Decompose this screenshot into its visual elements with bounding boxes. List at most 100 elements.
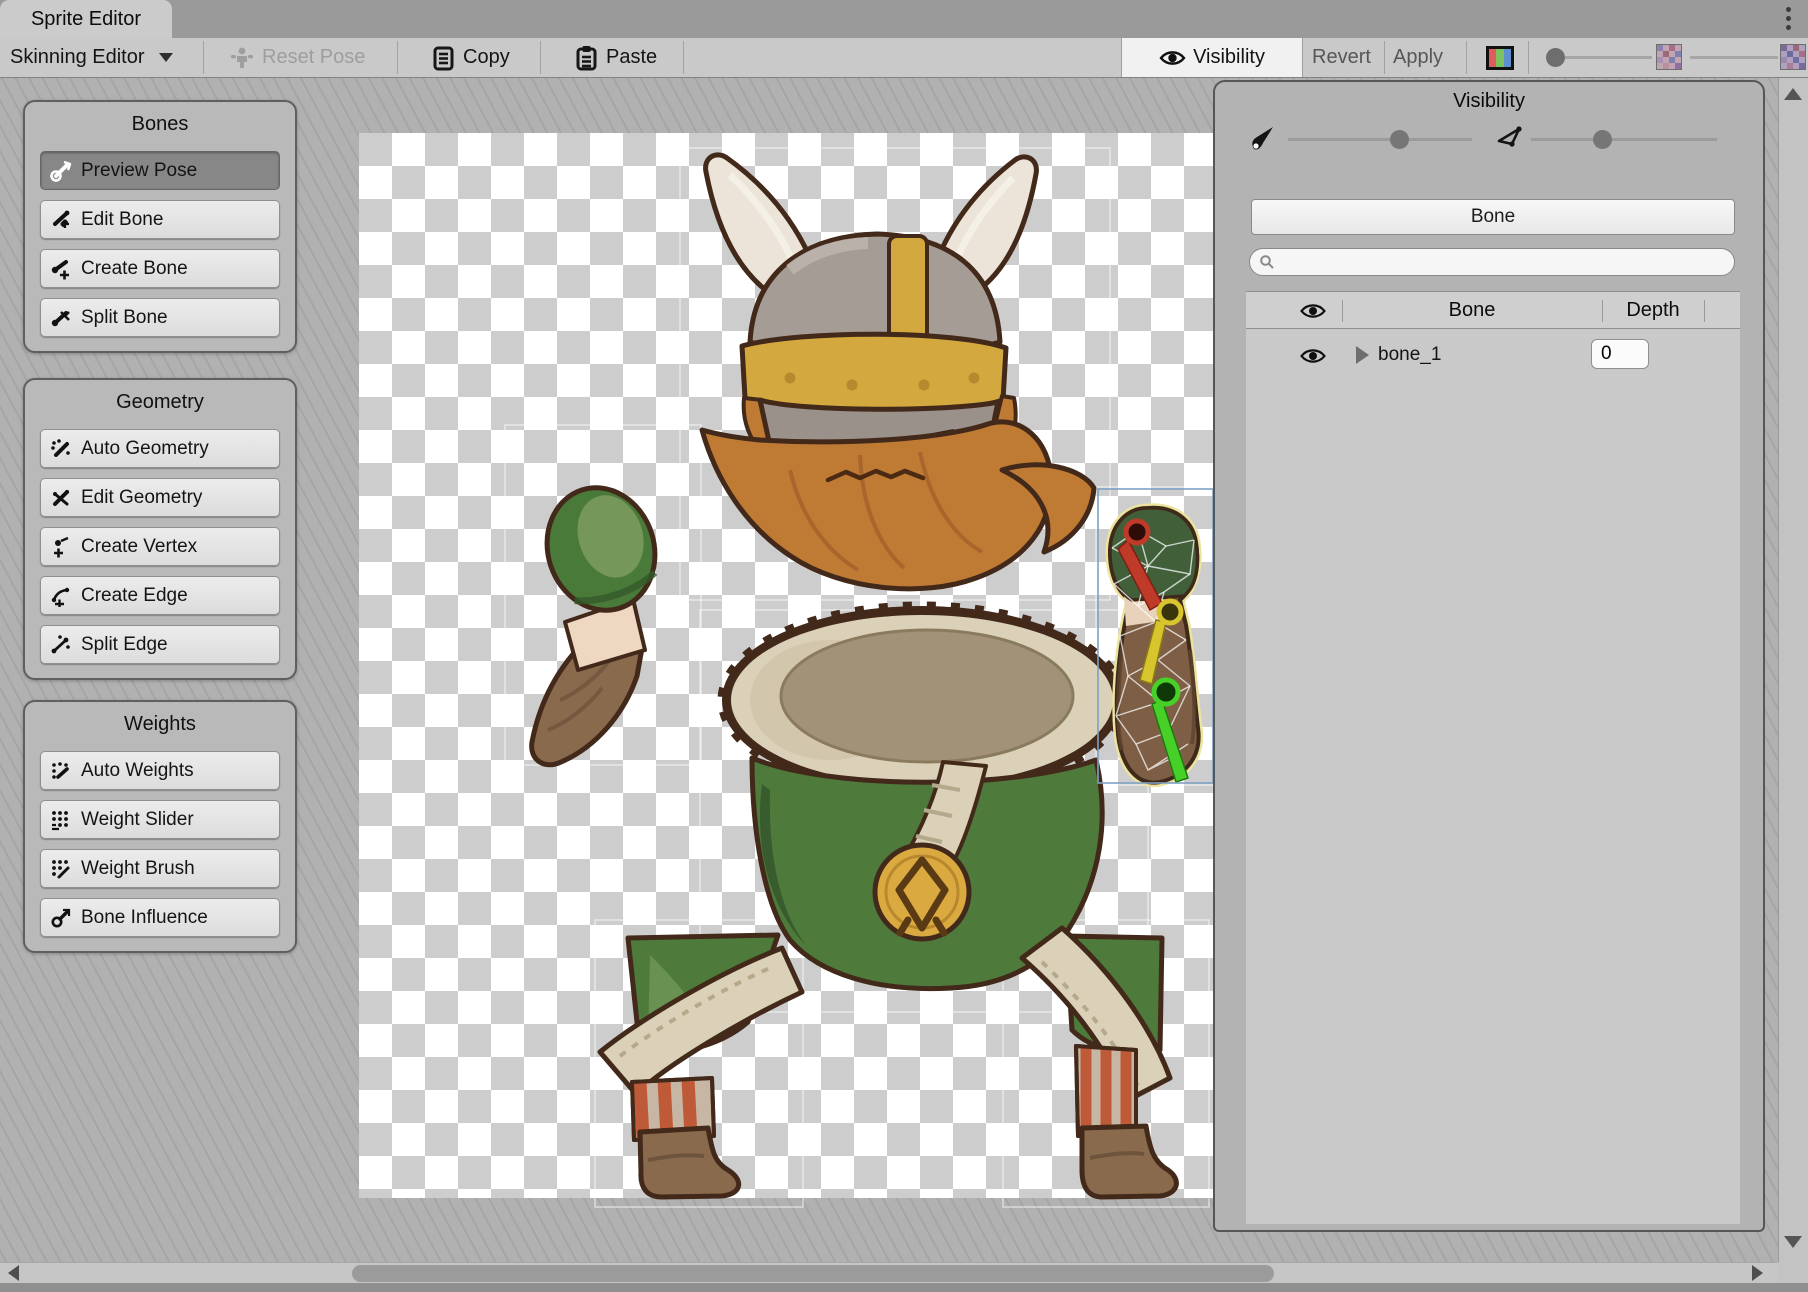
bone-influence-icon	[50, 907, 72, 929]
vertical-scrollbar[interactable]	[1778, 78, 1808, 1262]
geometry-panel: Geometry Auto Geometry Edit Geometry	[23, 378, 297, 680]
bones-panel-title: Bones	[25, 113, 295, 136]
bone-table-header: Bone Depth	[1246, 291, 1740, 329]
visibility-label: Visibility	[1193, 46, 1265, 69]
split-bone-button[interactable]: Split Bone	[40, 298, 280, 337]
create-edge-icon	[50, 585, 72, 607]
auto-geometry-label: Auto Geometry	[81, 438, 209, 460]
kebab-menu-icon[interactable]	[1784, 7, 1792, 33]
checker-swatch-icon	[1656, 44, 1682, 70]
reset-pose-button[interactable]: Reset Pose	[230, 38, 365, 77]
preview-pose-label: Preview Pose	[81, 160, 197, 182]
sprite-alpha-track[interactable]	[1556, 56, 1652, 59]
red-stripe	[1489, 49, 1496, 67]
weight-slider-button[interactable]: Weight Slider	[40, 800, 280, 839]
row-eye-icon[interactable]	[1298, 346, 1328, 366]
edit-geometry-button[interactable]: Edit Geometry	[40, 478, 280, 517]
geometry-panel-title: Geometry	[25, 391, 295, 414]
mode-dropdown[interactable]: Skinning Editor	[10, 38, 173, 77]
create-edge-label: Create Edge	[81, 585, 188, 607]
edit-bone-button[interactable]: Edit Bone	[40, 200, 280, 239]
bone-table-body	[1246, 291, 1740, 1224]
toolbar-separator	[683, 41, 684, 74]
edit-bone-icon	[50, 209, 72, 231]
toolbar-separator	[540, 41, 541, 74]
auto-weights-icon	[50, 760, 72, 782]
apply-label: Apply	[1393, 46, 1443, 69]
mesh-alpha-track[interactable]	[1690, 56, 1778, 59]
bone-row[interactable]: bone_1	[1246, 336, 1740, 374]
split-edge-label: Split Edge	[81, 634, 168, 656]
visibility-column-eye-icon[interactable]	[1298, 301, 1328, 321]
revert-button[interactable]: Revert	[1312, 38, 1371, 77]
toolbar-separator	[1384, 41, 1385, 74]
search-field[interactable]	[1249, 248, 1735, 276]
search-icon	[1259, 254, 1275, 270]
bone-category-button[interactable]: Bone	[1251, 199, 1735, 235]
person-icon	[230, 46, 254, 70]
scroll-right-arrow[interactable]	[1752, 1265, 1763, 1281]
paste-button[interactable]: Paste	[574, 38, 657, 77]
edit-geometry-icon	[50, 487, 72, 509]
sprite-editor-tab[interactable]: Sprite Editor	[0, 0, 172, 38]
window-bottom-strip	[0, 1283, 1808, 1292]
expander-triangle-icon[interactable]	[1356, 346, 1369, 364]
create-vertex-icon	[50, 536, 72, 558]
copy-button[interactable]: Copy	[431, 38, 510, 77]
scrollbar-corner	[1778, 1262, 1808, 1283]
checker-swatch-icon	[1780, 44, 1806, 70]
auto-weights-button[interactable]: Auto Weights	[40, 751, 280, 790]
bone-influence-button[interactable]: Bone Influence	[40, 898, 280, 937]
depth-input[interactable]	[1591, 339, 1649, 369]
mesh-opacity-icon	[1495, 124, 1525, 154]
mesh-opacity-knob[interactable]	[1593, 130, 1612, 149]
bone-opacity-icon	[1249, 124, 1279, 154]
visibility-toggle[interactable]: Visibility	[1121, 38, 1303, 77]
sprite-alpha-knob[interactable]	[1546, 48, 1565, 67]
split-bone-label: Split Bone	[81, 307, 168, 329]
toolbar-separator	[397, 41, 398, 74]
edit-bone-label: Edit Bone	[81, 209, 163, 231]
toolbar-separator	[1528, 41, 1529, 74]
create-bone-button[interactable]: Create Bone	[40, 249, 280, 288]
bone-opacity-track[interactable]	[1288, 138, 1472, 141]
reset-pose-label: Reset Pose	[262, 46, 365, 69]
sprite-editor-window: Sprite Editor Skinning Editor Reset Pose	[0, 0, 1808, 1292]
sprite-color-mode-button[interactable]	[1486, 46, 1514, 70]
auto-geometry-button[interactable]: Auto Geometry	[40, 429, 280, 468]
mesh-opacity-track[interactable]	[1531, 138, 1717, 141]
create-bone-label: Create Bone	[81, 258, 188, 280]
edit-geometry-label: Edit Geometry	[81, 487, 202, 509]
weight-brush-button[interactable]: Weight Brush	[40, 849, 280, 888]
weight-brush-icon	[50, 858, 72, 880]
weight-slider-label: Weight Slider	[81, 809, 194, 831]
copy-icon	[431, 45, 455, 71]
auto-weights-label: Auto Weights	[81, 760, 194, 782]
split-bone-icon	[50, 307, 72, 329]
column-separator	[1704, 300, 1705, 322]
bone-category-label: Bone	[1471, 206, 1515, 228]
create-edge-button[interactable]: Create Edge	[40, 576, 280, 615]
scroll-up-arrow[interactable]	[1784, 88, 1802, 100]
preview-pose-button[interactable]: Preview Pose	[40, 151, 280, 190]
split-edge-button[interactable]: Split Edge	[40, 625, 280, 664]
create-bone-icon	[50, 258, 72, 280]
visibility-panel-title: Visibility	[1215, 90, 1763, 113]
auto-geometry-icon	[50, 438, 72, 460]
bone-opacity-knob[interactable]	[1390, 130, 1409, 149]
revert-label: Revert	[1312, 46, 1371, 69]
toolbar: Skinning Editor Reset Pose Copy	[0, 38, 1808, 78]
eye-icon	[1159, 48, 1186, 68]
scroll-left-arrow[interactable]	[8, 1265, 19, 1281]
horizontal-scroll-thumb[interactable]	[352, 1265, 1274, 1282]
paste-icon	[574, 45, 598, 71]
apply-button[interactable]: Apply	[1393, 38, 1443, 77]
bones-panel: Bones Preview Pose Edit Bone Creat	[23, 100, 297, 353]
copy-label: Copy	[463, 46, 510, 69]
horizontal-scrollbar[interactable]	[0, 1262, 1778, 1283]
toolbar-separator	[203, 41, 204, 74]
create-vertex-button[interactable]: Create Vertex	[40, 527, 280, 566]
scroll-down-arrow[interactable]	[1784, 1236, 1802, 1248]
search-input[interactable]	[1281, 252, 1711, 272]
mode-dropdown-label: Skinning Editor	[10, 46, 145, 69]
